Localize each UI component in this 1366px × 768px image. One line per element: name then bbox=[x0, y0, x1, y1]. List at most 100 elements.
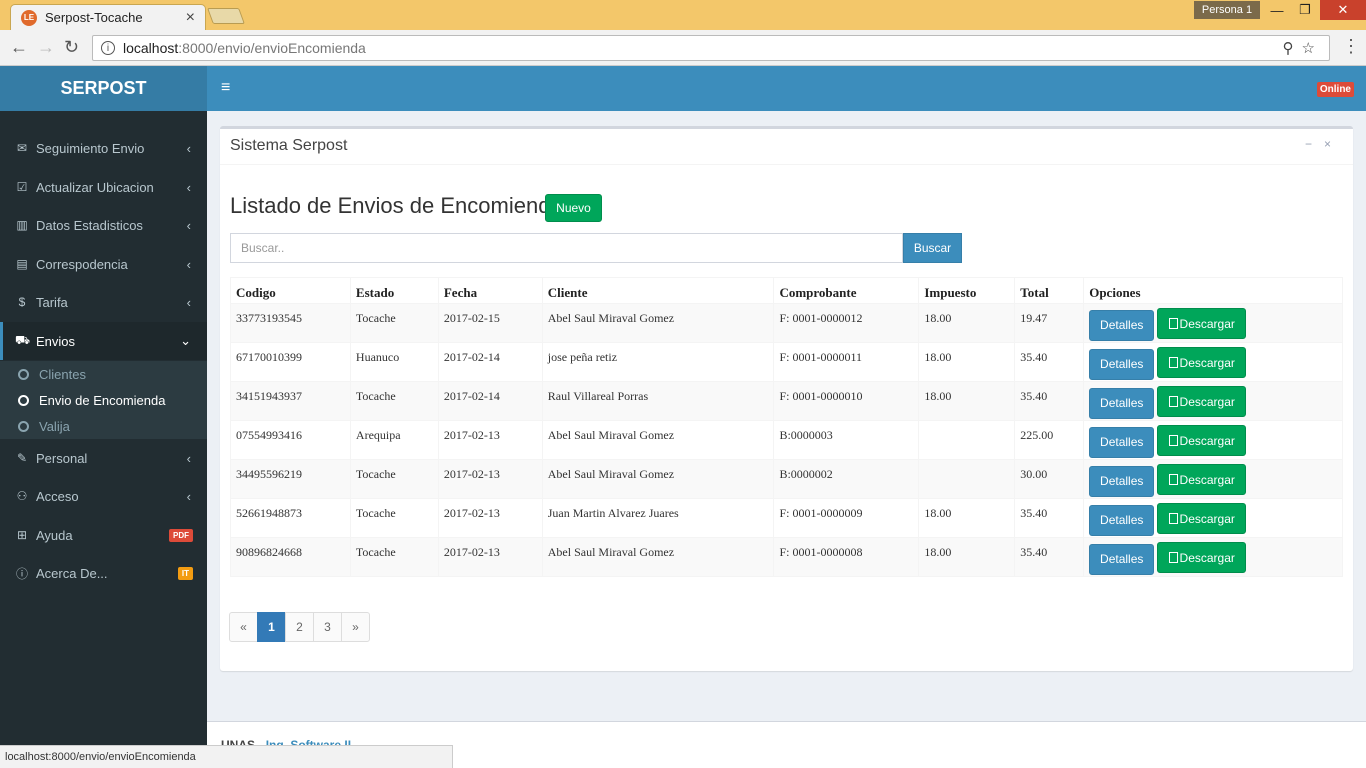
details-button[interactable]: Detalles bbox=[1089, 348, 1155, 380]
address-bar[interactable]: i localhost:8000/envio/envioEncomienda ⚲… bbox=[92, 35, 1330, 61]
cell-comprobante: B:0000002 bbox=[773, 459, 920, 499]
details-button[interactable]: Detalles bbox=[1089, 309, 1155, 341]
sidebar-item-label: Tarifa bbox=[36, 294, 68, 310]
new-tab-button[interactable] bbox=[207, 8, 245, 24]
zoom-icon[interactable]: ⚲ bbox=[1283, 40, 1302, 57]
file-pdf-icon bbox=[1168, 552, 1178, 563]
details-button[interactable]: Detalles bbox=[1089, 543, 1155, 575]
details-button[interactable]: Detalles bbox=[1089, 465, 1155, 497]
download-button[interactable]: Descargar bbox=[1157, 503, 1247, 534]
column-header: Opciones bbox=[1083, 277, 1343, 304]
reload-icon[interactable]: ↻ bbox=[64, 37, 79, 58]
sidebar-item-seguimiento-envio[interactable]: ✉ Seguimiento Envio ‹ bbox=[0, 129, 207, 167]
cell-opciones: Detalles Descargar bbox=[1083, 381, 1343, 421]
cell-cliente: Juan Martin Alvarez Juares bbox=[541, 498, 775, 538]
page-next[interactable]: » bbox=[341, 612, 370, 642]
cell-comprobante: F: 0001-0000011 bbox=[773, 342, 920, 382]
column-header: Total bbox=[1014, 277, 1085, 304]
search-button[interactable]: Buscar bbox=[903, 233, 962, 263]
download-button[interactable]: Descargar bbox=[1157, 542, 1247, 573]
chevron-left-icon: ‹ bbox=[186, 294, 191, 310]
cell-impuesto: 18.00 bbox=[918, 303, 1016, 343]
cell-codigo: 33773193545 bbox=[230, 303, 351, 343]
sidebar-item-acceso[interactable]: ⚇ Acceso ‹ bbox=[0, 477, 207, 515]
table-row: 33773193545 Tocache 2017-02-15 Abel Saul… bbox=[230, 303, 1343, 343]
submenu-item-clientes[interactable]: Clientes bbox=[18, 367, 86, 382]
cell-codigo: 34495596219 bbox=[230, 459, 351, 499]
details-button[interactable]: Detalles bbox=[1089, 426, 1155, 458]
file-pdf-icon bbox=[1168, 357, 1178, 368]
sidebar-item-envios[interactable]: ⛟ Envios ⌄ bbox=[0, 322, 207, 360]
window-close-button[interactable]: ✕ bbox=[1320, 0, 1366, 20]
sidebar-item-actualizar-ubicacion[interactable]: ☑ Actualizar Ubicacion ‹ bbox=[0, 168, 207, 206]
search-input[interactable] bbox=[230, 233, 903, 263]
browser-menu-icon[interactable]: ⋮ bbox=[1342, 36, 1360, 57]
cell-cliente: Abel Saul Miraval Gomez bbox=[541, 537, 775, 577]
cell-impuesto: 18.00 bbox=[918, 537, 1016, 577]
details-button[interactable]: Detalles bbox=[1089, 504, 1155, 536]
edit-icon: ✎ bbox=[16, 451, 28, 465]
download-button[interactable]: Descargar bbox=[1157, 308, 1247, 339]
sidebar-item-personal[interactable]: ✎ Personal ‹ bbox=[0, 439, 207, 477]
minimize-button[interactable]: — bbox=[1262, 0, 1292, 20]
cell-codigo: 07554993416 bbox=[230, 420, 351, 460]
cell-cliente: jose peña retiz bbox=[541, 342, 775, 382]
menu-toggle-icon[interactable]: ≡ bbox=[221, 79, 230, 97]
submenu-item-valija[interactable]: Valija bbox=[18, 419, 70, 434]
top-navbar: ≡ Online bbox=[207, 66, 1366, 111]
circle-icon bbox=[18, 395, 29, 406]
sidebar-item-tarifa[interactable]: $ Tarifa ‹ bbox=[0, 283, 207, 321]
download-button[interactable]: Descargar bbox=[1157, 464, 1247, 495]
column-header: Cliente bbox=[541, 277, 775, 304]
download-button[interactable]: Descargar bbox=[1157, 425, 1247, 456]
bookmark-star-icon[interactable]: ☆ bbox=[1302, 40, 1323, 57]
page-1[interactable]: 1 bbox=[257, 612, 286, 642]
cell-estado: Tocache bbox=[349, 381, 439, 421]
check-square-icon: ☑ bbox=[16, 180, 28, 194]
cart-icon: ⛟ bbox=[15, 333, 31, 347]
page-3[interactable]: 3 bbox=[313, 612, 342, 642]
cell-fecha: 2017-02-15 bbox=[437, 303, 543, 343]
sidebar-item-label: Actualizar Ubicacion bbox=[36, 179, 154, 195]
info-icon[interactable]: i bbox=[101, 41, 115, 55]
sidebar-item-ayuda[interactable]: ⊞ Ayuda PDF bbox=[0, 516, 207, 554]
cell-opciones: Detalles Descargar bbox=[1083, 498, 1343, 538]
back-icon[interactable]: ← bbox=[10, 37, 28, 58]
sidebar-item-correspodencia[interactable]: ▤ Correspodencia ‹ bbox=[0, 245, 207, 283]
sidebar-item-acerca-de[interactable]: ⓘ Acerca De... IT bbox=[0, 554, 207, 592]
submenu-item-envio-de-encomienda[interactable]: Envio de Encomienda bbox=[18, 393, 165, 408]
collapse-icon[interactable]: − bbox=[1305, 137, 1324, 151]
sidebar-item-datos-estadisticos[interactable]: ▥ Datos Estadisticos ‹ bbox=[0, 206, 207, 244]
page-title: Listado de Envios de Encomiendas bbox=[230, 193, 574, 218]
sidebar-item-label: Correspodencia bbox=[36, 256, 128, 272]
new-button[interactable]: Nuevo bbox=[545, 194, 602, 222]
page-prev[interactable]: « bbox=[229, 612, 258, 642]
column-header: Comprobante bbox=[773, 277, 920, 304]
status-bar: localhost:8000/envio/envioEncomienda bbox=[0, 745, 453, 768]
cell-fecha: 2017-02-13 bbox=[437, 420, 543, 460]
remove-icon[interactable]: × bbox=[1324, 137, 1343, 151]
tab-close-icon[interactable]: × bbox=[186, 9, 195, 27]
sidebar-item-label: Personal bbox=[36, 450, 88, 466]
brand-logo[interactable]: SERPOST bbox=[0, 66, 207, 111]
online-badge: Online bbox=[1316, 82, 1354, 97]
download-label: Descargar bbox=[1179, 394, 1235, 409]
forward-icon[interactable]: → bbox=[37, 37, 55, 58]
sidebar-item-label: Acceso bbox=[36, 488, 79, 504]
restore-button[interactable]: ❐ bbox=[1290, 0, 1320, 20]
download-button[interactable]: Descargar bbox=[1157, 347, 1247, 378]
details-button[interactable]: Detalles bbox=[1089, 387, 1155, 419]
pdf-badge: PDF bbox=[169, 528, 193, 542]
table-row: 90896824668 Tocache 2017-02-13 Abel Saul… bbox=[230, 537, 1343, 577]
browser-tab[interactable]: LE Serpost-Tocache × bbox=[10, 4, 206, 30]
it-badge: IT bbox=[177, 566, 193, 580]
bar-chart-icon: ▥ bbox=[16, 218, 28, 232]
cell-total: 35.40 bbox=[1014, 342, 1085, 382]
page-2[interactable]: 2 bbox=[285, 612, 314, 642]
cell-impuesto: 18.00 bbox=[918, 381, 1016, 421]
cell-fecha: 2017-02-13 bbox=[437, 498, 543, 538]
cell-codigo: 52661948873 bbox=[230, 498, 351, 538]
download-button[interactable]: Descargar bbox=[1157, 386, 1247, 417]
profile-button[interactable]: Persona 1 bbox=[1194, 1, 1260, 19]
cell-total: 30.00 bbox=[1014, 459, 1085, 499]
